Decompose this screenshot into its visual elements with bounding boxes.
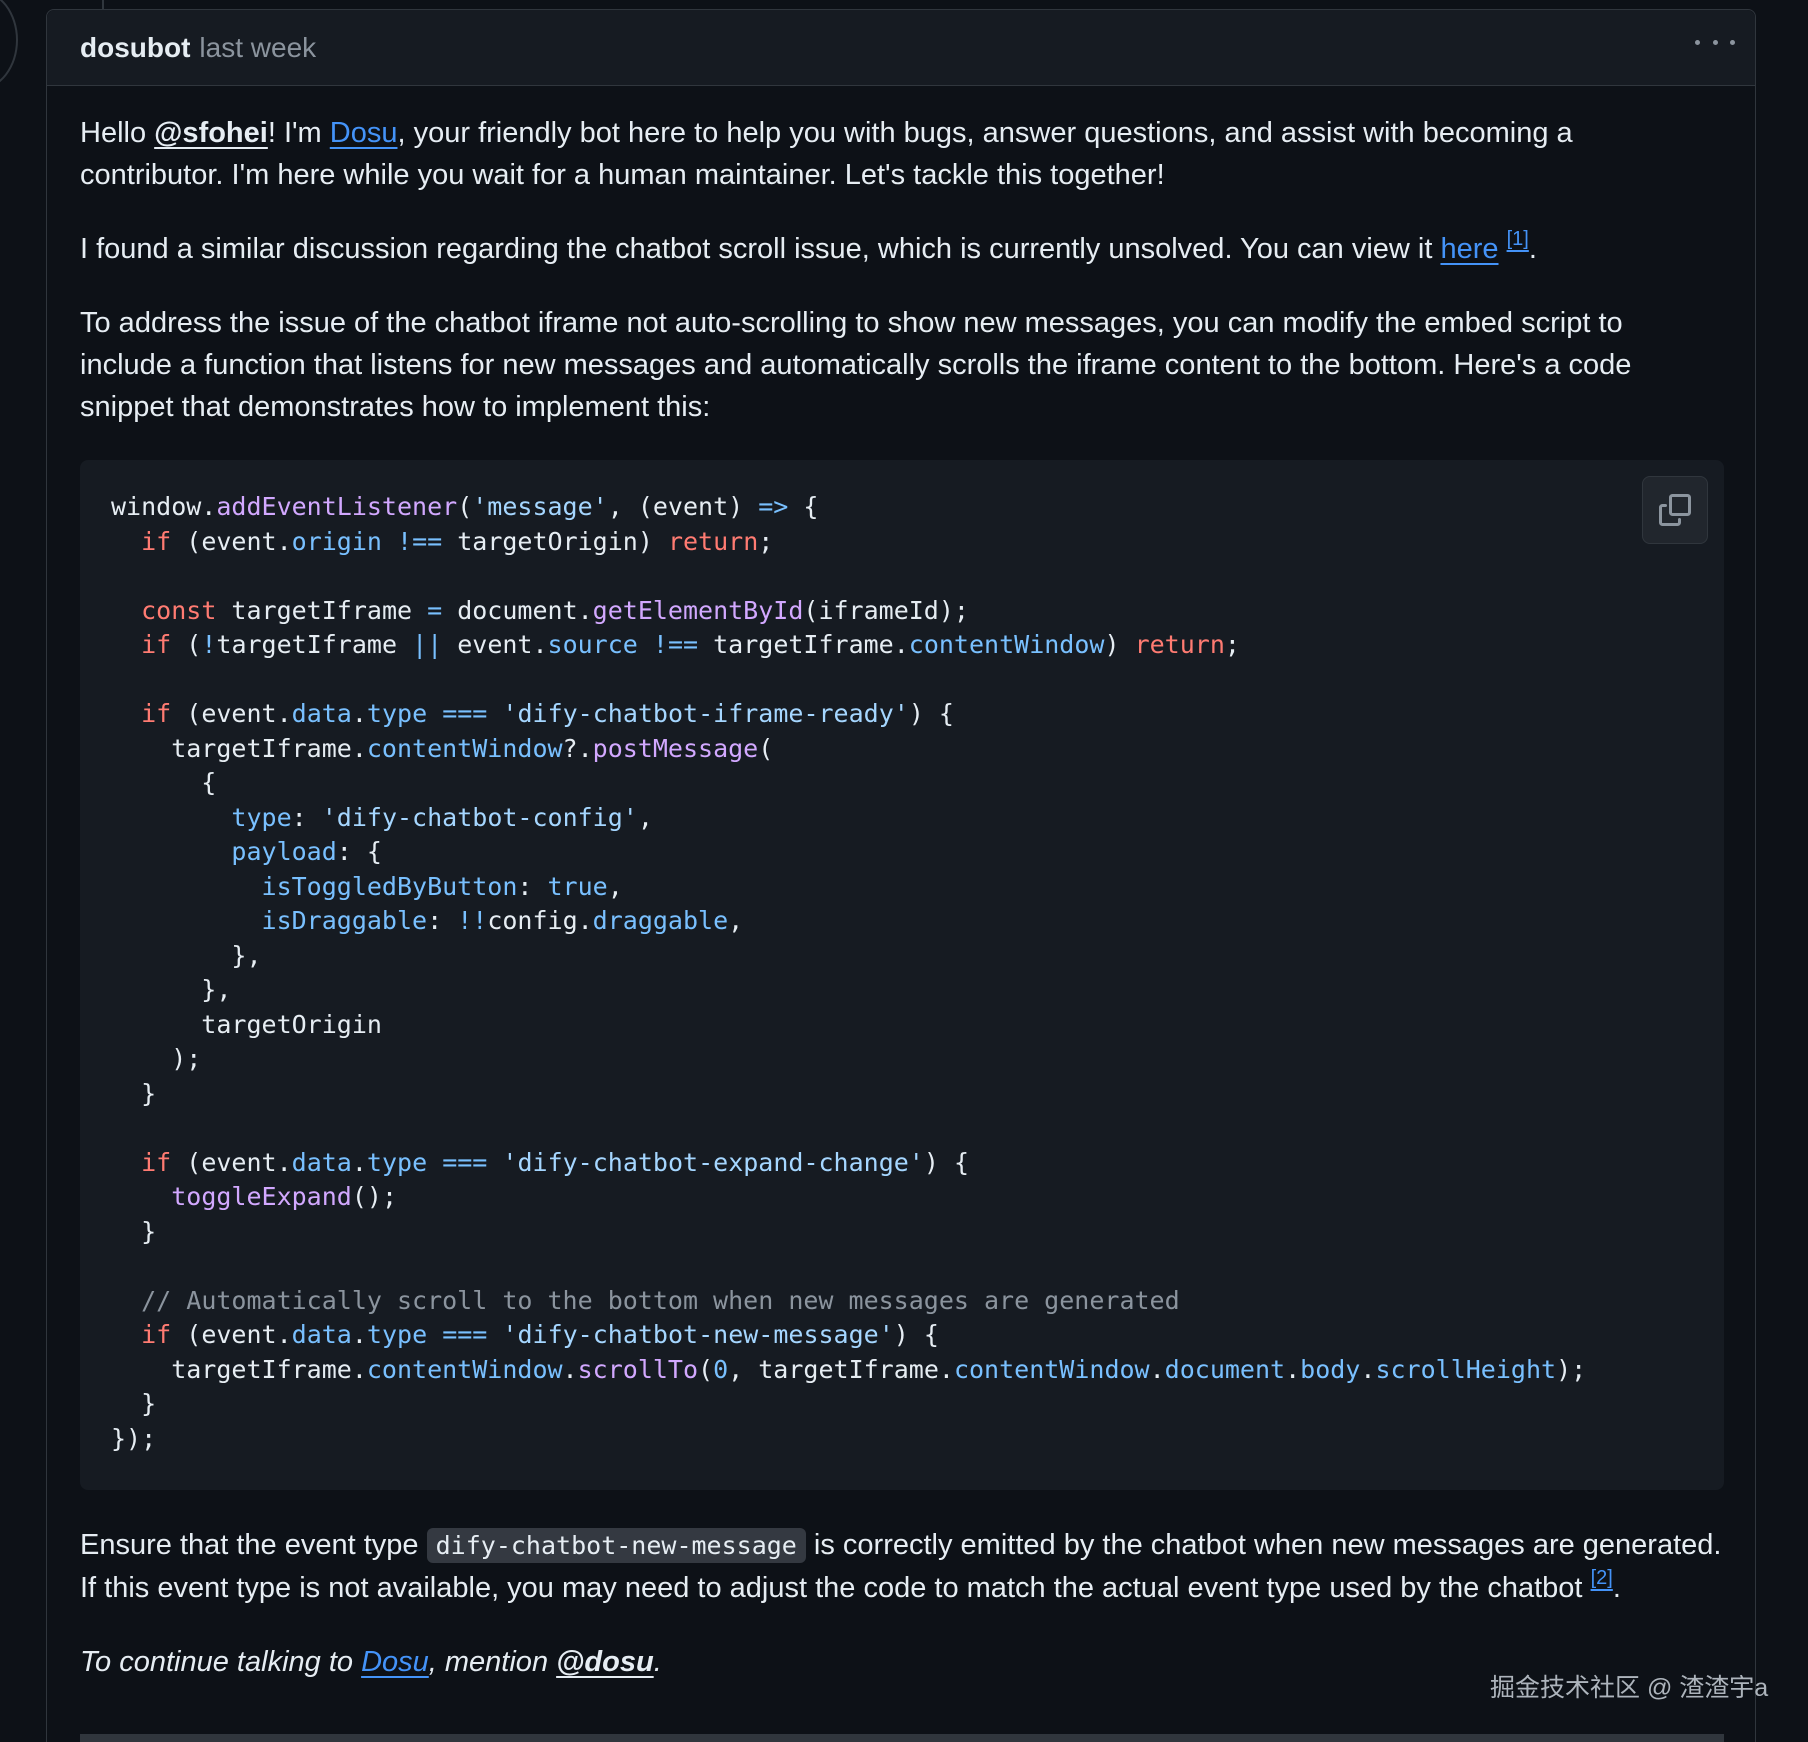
code-line: }, [111,975,232,1004]
footnote-2-link[interactable]: [2] [1591,1567,1613,1589]
code-line: isToggledByButton: true, [261,871,623,901]
dosu-mention-link[interactable]: @dosu [556,1646,654,1678]
intro-paragraph: Hello @sfohei! I'm Dosu, your friendly b… [80,117,1573,191]
kebab-horizontal-icon[interactable] [1695,32,1735,52]
code-line: window.addEventListener('message', (even… [111,492,819,521]
code-line: if (event.data.type === 'dify-chatbot-ne… [141,1320,939,1349]
user-mention-link[interactable]: @sfohei [154,117,268,149]
code-line: toggleExpand(); [171,1182,397,1211]
code-line: if (!targetIframe || event.source !== ta… [141,630,1240,659]
code-line: { [111,768,217,797]
comment-card: dosubot last week Hello @sfohei! I'm Dos… [46,9,1756,1742]
code-line: } [111,1078,157,1108]
event-type-paragraph: Ensure that the event type dify-chatbot-… [80,1528,1722,1604]
code-line: const targetIframe = document.getElement… [141,595,969,625]
code-line: if (event.origin !== targetOrigin) retur… [141,526,774,556]
closing-paragraph: To continue talking to Dosu, mention @do… [80,1646,662,1678]
code-line: } [111,1389,157,1418]
code-line: } [111,1216,157,1246]
inline-code: dify-chatbot-new-message [426,1528,806,1563]
copy-button[interactable] [1642,476,1708,544]
code-line: ); [111,1044,202,1073]
next-block-edge [80,1734,1724,1742]
page: dosubot last week Hello @sfohei! I'm Dos… [0,0,1808,1742]
avatar[interactable] [0,0,18,90]
code-line: type: 'dify-chatbot-config', [231,802,653,832]
code-line: }); [111,1423,157,1453]
code-line: targetOrigin [111,1009,382,1039]
code-line: if (event.data.type === 'dify-chatbot-ex… [141,1147,970,1177]
code-line: payload: { [231,837,382,866]
dosu-link[interactable]: Dosu [330,117,398,149]
code-line: if (event.data.type === 'dify-chatbot-if… [141,699,954,728]
comment-timestamp[interactable]: last week [199,32,316,64]
code-line: targetIframe.contentWindow?.postMessage( [111,733,774,763]
dosu-closing-link[interactable]: Dosu [361,1646,429,1678]
comment-header: dosubot last week [47,10,1755,86]
copy-icon [1659,494,1691,526]
similar-discussion-paragraph: I found a similar discussion regarding t… [80,228,1537,265]
watermark: 掘金技术社区 @ 渣渣宇a [1490,1674,1769,1702]
footnote-1-link[interactable]: [1] [1507,228,1529,250]
code-line: targetIframe.contentWindow.scrollTo(0, t… [111,1354,1587,1384]
comment-body: Hello @sfohei! I'm Dosu, your friendly b… [47,86,1755,1683]
code-line: // Automatically scroll to the bottom wh… [141,1285,1180,1315]
code-line: }, [111,940,262,970]
discussion-link[interactable]: here [1440,233,1498,265]
code-block: window.addEventListener('message', (even… [80,460,1724,1490]
code-content: window.addEventListener('message', (even… [111,490,1694,1456]
code-line: isDraggable: !!config.draggable, [261,906,744,935]
comment-author[interactable]: dosubot [80,32,190,64]
explanation-paragraph: To address the issue of the chatbot ifra… [80,307,1632,423]
